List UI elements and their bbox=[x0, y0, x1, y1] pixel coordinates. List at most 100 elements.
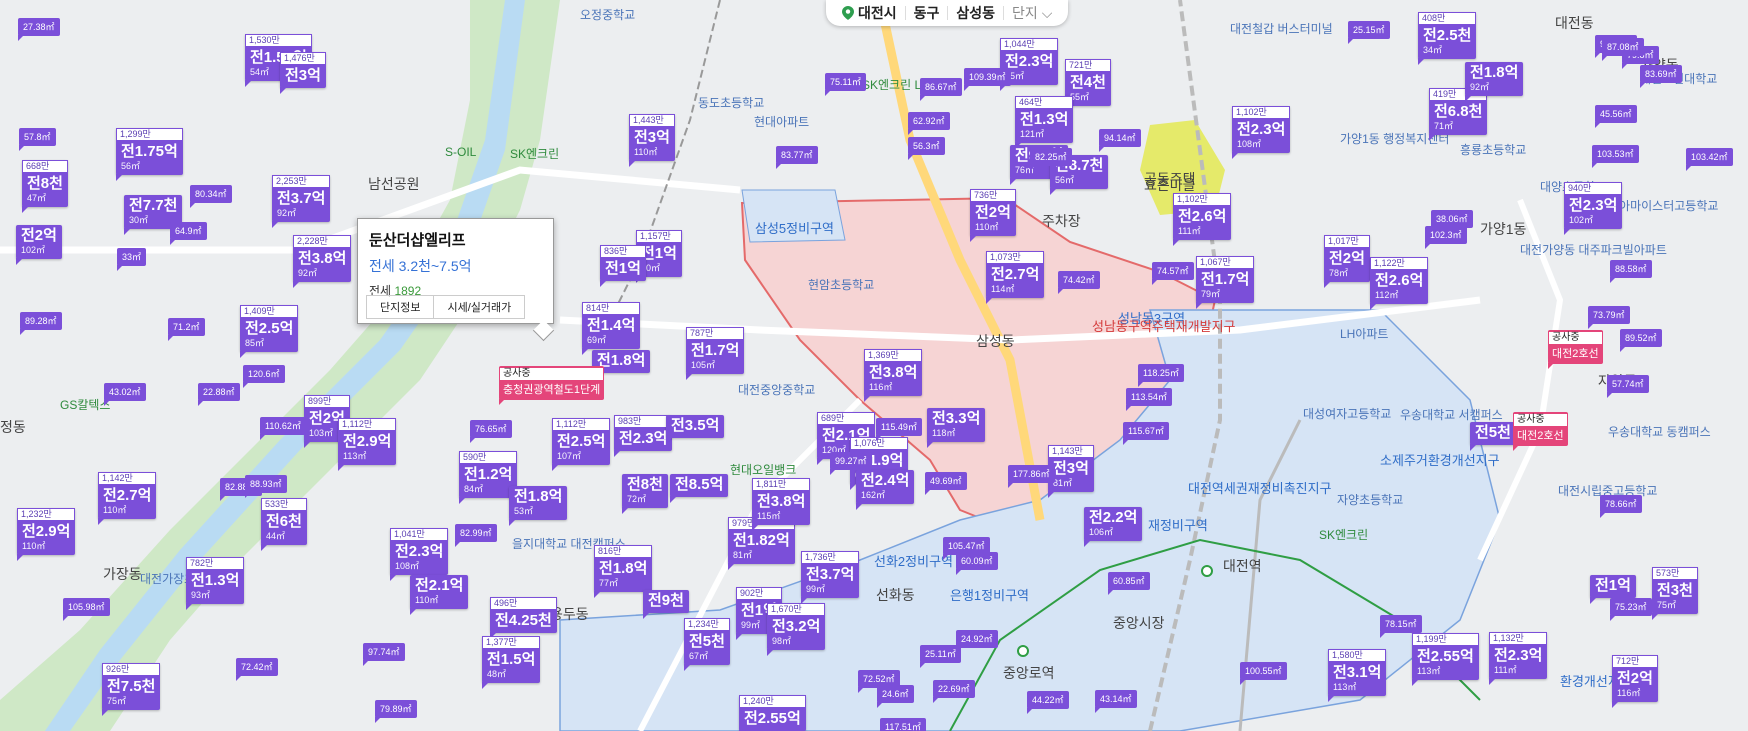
price-marker[interactable]: 782만 전1.3억 93㎡ bbox=[186, 557, 245, 610]
area-marker[interactable]: 75.11㎡ bbox=[825, 73, 866, 96]
breadcrumb-city[interactable]: 대전시 bbox=[834, 3, 905, 23]
area-marker[interactable]: 82.25㎡ bbox=[1030, 148, 1072, 171]
area-marker[interactable]: 97.74㎡ bbox=[363, 643, 405, 666]
area-marker[interactable]: 120.6㎡ bbox=[243, 365, 285, 388]
area-marker[interactable]: 45.56㎡ bbox=[1595, 105, 1637, 128]
price-marker[interactable]: 1,369만 전3.8억 116㎡ bbox=[864, 349, 923, 402]
price-marker[interactable]: 1,811만 전3.8억 115㎡ bbox=[752, 478, 811, 531]
price-marker[interactable]: 1,199만 전2.55억 113㎡ bbox=[1412, 633, 1479, 686]
price-marker[interactable]: 533만 전6천 44㎡ bbox=[261, 498, 307, 551]
price-marker[interactable]: 1,240만 전2.55억 bbox=[739, 695, 806, 731]
complex-info-button[interactable]: 단지정보 bbox=[367, 296, 433, 318]
area-marker[interactable]: 25.15㎡ bbox=[1348, 21, 1390, 44]
area-marker[interactable]: 105.98㎡ bbox=[63, 598, 110, 621]
price-marker[interactable]: 1,670만 전3.2억 98㎡ bbox=[767, 603, 826, 656]
area-marker[interactable]: 43.14㎡ bbox=[1095, 690, 1137, 713]
price-marker[interactable]: 496만 전4.25천 bbox=[490, 597, 557, 639]
area-marker[interactable]: 56.3㎡ bbox=[908, 137, 945, 160]
price-marker[interactable]: 전2억 102㎡ bbox=[16, 225, 62, 265]
price-marker[interactable]: 전8천 72㎡ bbox=[622, 474, 668, 514]
price-marker[interactable]: 1,067만 전1.7억 79㎡ bbox=[1196, 256, 1255, 309]
area-marker[interactable]: 89.52㎡ bbox=[1620, 329, 1662, 352]
area-marker[interactable]: 62.92㎡ bbox=[908, 112, 950, 135]
area-marker[interactable]: 71.2㎡ bbox=[168, 318, 205, 341]
area-marker[interactable]: 177.86㎡ bbox=[1008, 465, 1055, 488]
price-marker[interactable]: 전1.8억 92㎡ bbox=[1465, 62, 1524, 102]
area-marker[interactable]: 100.55㎡ bbox=[1240, 662, 1287, 685]
area-marker[interactable]: 89.28㎡ bbox=[20, 312, 62, 335]
price-marker[interactable]: 1,736만 전3.7억 99㎡ bbox=[801, 551, 860, 604]
price-marker[interactable]: 1,102만 전2.3억 108㎡ bbox=[1232, 106, 1291, 159]
price-marker[interactable]: 1,073만 전2.7억 114㎡ bbox=[986, 251, 1045, 304]
price-marker[interactable]: 408만 전2.5천 34㎡ bbox=[1418, 12, 1477, 65]
area-marker[interactable]: 115.67㎡ bbox=[1123, 422, 1169, 445]
price-marker[interactable]: 전5천 bbox=[1470, 422, 1516, 451]
area-marker[interactable]: 83.77㎡ bbox=[776, 146, 818, 169]
price-marker[interactable]: 2,253만 전3.7억 92㎡ bbox=[272, 175, 331, 228]
area-marker[interactable]: 43.02㎡ bbox=[104, 383, 146, 406]
breadcrumb-dong[interactable]: 삼성동 bbox=[948, 3, 1003, 23]
area-marker[interactable]: 86.67㎡ bbox=[920, 78, 962, 101]
price-marker[interactable]: 전3.3억 118㎡ bbox=[927, 408, 986, 448]
price-marker[interactable]: 전2.4억 162㎡ bbox=[856, 470, 915, 510]
price-marker[interactable]: 712만 전2억 116㎡ bbox=[1612, 655, 1658, 708]
price-marker[interactable]: 1,377만 전1.5억 48㎡ bbox=[482, 636, 541, 689]
area-marker[interactable]: 113.54㎡ bbox=[1126, 388, 1172, 411]
breadcrumb-district[interactable]: 동구 bbox=[906, 3, 948, 23]
price-marker[interactable]: 1,041만 전2.3억 108㎡ bbox=[390, 528, 449, 581]
price-marker[interactable]: 1,409만 전2.5억 85㎡ bbox=[240, 305, 299, 358]
area-marker[interactable]: 83.69㎡ bbox=[1640, 65, 1682, 88]
price-marker[interactable]: 1,443만 전3억 110㎡ bbox=[629, 114, 675, 167]
price-marker[interactable]: 814만 전1.4억 69㎡ bbox=[582, 302, 641, 355]
price-marker[interactable]: 1,112만 전2.5억 107㎡ bbox=[552, 418, 611, 471]
area-marker[interactable]: 115.49㎡ bbox=[876, 418, 922, 441]
area-marker[interactable]: 94.14㎡ bbox=[1099, 129, 1141, 152]
price-marker[interactable]: 1,102만 전2.6억 111㎡ bbox=[1173, 193, 1232, 246]
area-marker[interactable]: 24.92㎡ bbox=[956, 630, 998, 653]
area-marker[interactable]: 33㎡ bbox=[117, 248, 147, 271]
area-marker[interactable]: 117.51㎡ bbox=[880, 718, 926, 731]
area-marker[interactable]: 24.6㎡ bbox=[877, 685, 914, 708]
price-marker[interactable]: 전8.5억 bbox=[670, 474, 729, 503]
price-marker[interactable]: 1,142만 전2.7억 110㎡ bbox=[98, 472, 157, 525]
price-marker[interactable]: 1,122만 전2.6억 112㎡ bbox=[1370, 257, 1429, 310]
price-marker[interactable]: 2,228만 전3.8억 92㎡ bbox=[293, 235, 352, 288]
area-marker[interactable]: 25.11㎡ bbox=[920, 645, 961, 668]
area-marker[interactable]: 103.42㎡ bbox=[1686, 148, 1733, 171]
price-marker[interactable]: 1,232만 전2.9억 110㎡ bbox=[17, 508, 76, 561]
area-marker[interactable]: 64.9㎡ bbox=[170, 222, 207, 245]
area-marker[interactable]: 80.34㎡ bbox=[190, 185, 232, 208]
area-marker[interactable]: 76.65㎡ bbox=[470, 420, 512, 443]
price-marker[interactable]: 836만 전1억 bbox=[600, 245, 646, 287]
area-marker[interactable]: 78.15㎡ bbox=[1380, 615, 1422, 638]
area-marker[interactable]: 22.88㎡ bbox=[198, 383, 240, 406]
area-marker[interactable]: 110.62㎡ bbox=[260, 417, 306, 440]
price-marker[interactable]: 1,132만 전2.3억 111㎡ bbox=[1489, 632, 1548, 685]
area-marker[interactable]: 60.09㎡ bbox=[956, 552, 998, 575]
price-marker[interactable]: 1,580만 전3.1억 113㎡ bbox=[1328, 649, 1387, 702]
price-marker[interactable]: 1,299만 전1.75억 56㎡ bbox=[116, 128, 183, 181]
construction-marker[interactable]: 공사중 대전2호선 bbox=[1548, 330, 1603, 369]
price-marker[interactable]: 전2.2억 106㎡ bbox=[1084, 507, 1143, 547]
area-marker[interactable]: 118.25㎡ bbox=[1138, 364, 1184, 387]
price-marker[interactable]: 668만 전8천 47㎡ bbox=[22, 160, 68, 213]
price-marker[interactable]: 736만 전2억 110㎡ bbox=[970, 189, 1016, 242]
area-marker[interactable]: 102.3㎡ bbox=[1425, 226, 1467, 249]
price-marker[interactable]: 전9천 bbox=[643, 590, 689, 619]
area-marker[interactable]: 88.93㎡ bbox=[245, 475, 287, 498]
price-marker[interactable]: 전1억 bbox=[1590, 575, 1636, 604]
price-marker[interactable]: 464만 전1.3억 121㎡ bbox=[1015, 96, 1074, 149]
area-marker[interactable]: 57.74㎡ bbox=[1607, 375, 1649, 398]
area-marker[interactable]: 79.89㎡ bbox=[375, 700, 417, 723]
map-canvas[interactable]: 삼성동가장동용두동대전동선화동가양1동자양동가양동정동중앙시장중앙로역대전역효촌… bbox=[0, 0, 1748, 731]
price-marker[interactable]: 전3.5억 bbox=[666, 415, 725, 444]
area-marker[interactable]: 103.53㎡ bbox=[1592, 145, 1639, 168]
price-marker[interactable]: 787만 전1.7억 105㎡ bbox=[686, 327, 745, 380]
area-marker[interactable]: 109.39㎡ bbox=[964, 68, 1011, 91]
price-marker[interactable]: 816만 전1.8억 77㎡ bbox=[594, 545, 653, 598]
price-marker[interactable]: 573만 전3천 75㎡ bbox=[1652, 567, 1698, 620]
area-marker[interactable]: 88.58㎡ bbox=[1610, 260, 1652, 283]
area-marker[interactable]: 73.79㎡ bbox=[1588, 306, 1630, 329]
area-marker[interactable]: 44.22㎡ bbox=[1027, 691, 1069, 714]
price-marker[interactable]: 940만 전2.3억 102㎡ bbox=[1564, 182, 1623, 235]
